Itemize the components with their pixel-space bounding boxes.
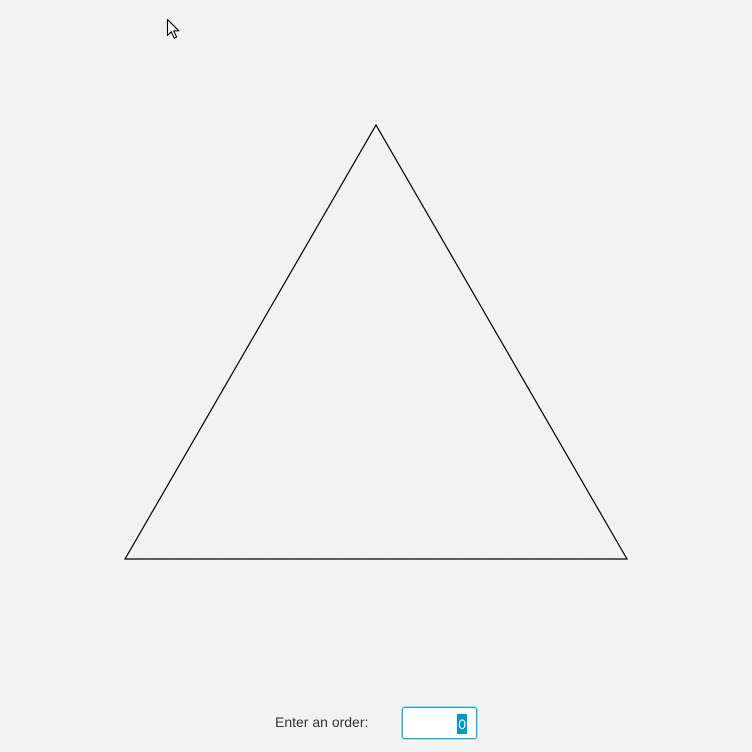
order-input-value[interactable]: 0 — [457, 714, 467, 734]
order-label: Enter an order: — [275, 714, 369, 730]
order-input-field[interactable]: 0 — [402, 707, 477, 739]
order-input-row: Enter an order: 0 — [0, 706, 752, 740]
fractal-canvas — [123, 123, 629, 560]
sierpinski-triangle-outline — [123, 123, 629, 560]
arrow-cursor-icon — [166, 18, 180, 39]
